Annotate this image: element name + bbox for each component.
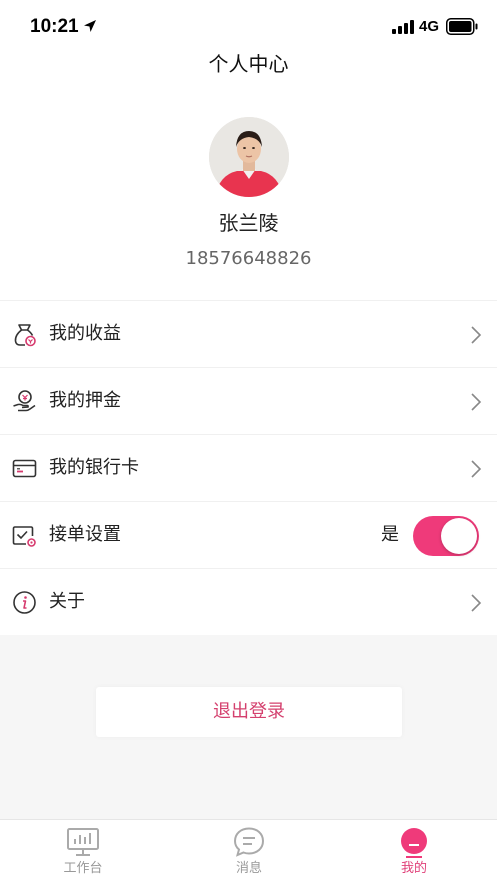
- workbench-icon: [67, 828, 99, 856]
- menu-item-bank-card[interactable]: 我的银行卡: [0, 434, 497, 501]
- profile-header: 个人中心 张兰陵 18576648826: [0, 50, 497, 300]
- chevron-right-icon: [471, 460, 482, 478]
- logout-button[interactable]: 退出登录: [96, 687, 402, 737]
- settings-menu: 我的收益 我的押金 我的银行卡 接单设置 是 关于: [0, 300, 497, 635]
- menu-item-about[interactable]: 关于: [0, 568, 497, 635]
- chevron-right-icon: [471, 594, 482, 612]
- chevron-right-icon: [471, 393, 482, 411]
- menu-item-label: 我的押金: [49, 390, 121, 411]
- menu-item-deposit[interactable]: 我的押金: [0, 367, 497, 434]
- chevron-right-icon: [471, 326, 482, 344]
- menu-item-earnings[interactable]: 我的收益: [0, 300, 497, 367]
- avatar[interactable]: [209, 117, 289, 197]
- tab-label: 工作台: [63, 861, 103, 876]
- user-phone: 18576648826: [185, 248, 312, 269]
- earnings-bag-icon: [14, 324, 36, 347]
- tab-bar: 工作台 消息 我的: [0, 819, 497, 883]
- order-accept-toggle[interactable]: [413, 516, 479, 556]
- status-time: 10:21: [30, 16, 79, 37]
- menu-item-label: 我的收益: [49, 323, 121, 344]
- page-title: 个人中心: [208, 52, 289, 76]
- message-icon: [233, 827, 265, 857]
- order-settings-icon: [12, 526, 36, 547]
- info-icon: [13, 591, 36, 614]
- toggle-knob: [441, 518, 477, 554]
- tab-label: 我的: [400, 861, 427, 876]
- status-bar: 10:21 4G: [0, 0, 497, 50]
- menu-item-label: 关于: [49, 591, 85, 612]
- signal-icon: [392, 20, 414, 34]
- tab-messages[interactable]: 消息: [166, 820, 332, 883]
- menu-item-label: 我的银行卡: [49, 457, 139, 478]
- tab-label: 消息: [235, 861, 262, 876]
- deposit-hand-icon: [13, 390, 36, 412]
- avatar-image: [209, 117, 289, 197]
- tab-workbench[interactable]: 工作台: [0, 820, 166, 883]
- bank-card-icon: [12, 459, 37, 478]
- network-type: 4G: [419, 18, 440, 35]
- user-name: 张兰陵: [218, 211, 279, 235]
- toggle-value-label: 是: [381, 524, 399, 545]
- location-arrow-icon: [84, 20, 96, 32]
- menu-item-order-settings: 接单设置 是: [0, 501, 497, 568]
- battery-icon: [446, 18, 478, 35]
- profile-icon: [401, 828, 427, 858]
- menu-item-label: 接单设置: [49, 524, 121, 545]
- tab-profile[interactable]: 我的: [331, 820, 497, 883]
